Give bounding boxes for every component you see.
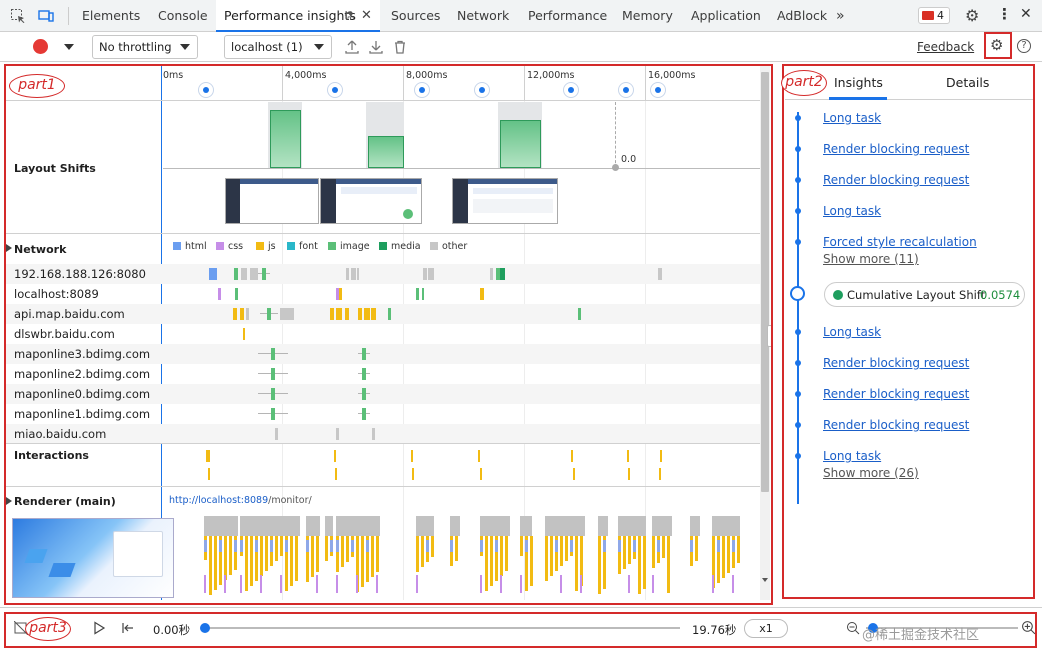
tab-performance[interactable]: Performance (528, 0, 607, 32)
close-tab-icon[interactable]: ✕ (361, 0, 372, 32)
issues-icon (922, 11, 934, 20)
chevron-down-icon (314, 44, 324, 50)
issues-count: 4 (937, 9, 944, 22)
annotation-label-part1: part1 (9, 74, 65, 98)
target-value: localhost (1) (231, 40, 303, 54)
record-button[interactable] (33, 39, 48, 54)
throttling-select[interactable]: No throttling (92, 35, 198, 59)
upload-icon[interactable] (344, 39, 360, 55)
tab-adblock[interactable]: AdBlock (777, 0, 827, 32)
annotation-box-part3 (4, 612, 1037, 648)
inspect-element-icon[interactable] (10, 8, 26, 24)
tab-performance-insights-label: Performance insights (224, 8, 356, 23)
more-tabs-icon[interactable]: » (836, 0, 845, 32)
close-devtools-icon[interactable]: ✕ (1020, 6, 1032, 22)
player-divider (0, 607, 1042, 608)
tab-elements[interactable]: Elements (82, 0, 140, 32)
tab-console[interactable]: Console (158, 0, 208, 32)
tab-memory[interactable]: Memory (622, 0, 673, 32)
tab-sources[interactable]: Sources (391, 0, 440, 32)
device-toolbar-icon[interactable] (38, 8, 54, 24)
annotation-box-settings (984, 32, 1012, 59)
more-options-icon[interactable]: ⋮ (997, 5, 1012, 23)
tab-performance-insights[interactable]: Performance insights ⚗ ✕ (216, 0, 380, 32)
annotation-box-part1 (4, 64, 773, 605)
issues-badge[interactable]: 4 (918, 7, 950, 24)
annotation-label-part2: part2 (781, 70, 827, 96)
help-icon[interactable]: ? (1017, 39, 1031, 53)
settings-gear-icon[interactable]: ⚙ (965, 6, 979, 25)
flask-icon: ⚗ (344, 9, 355, 23)
devtools-tabbar: Elements Console Performance insights ⚗ … (0, 0, 1042, 32)
download-icon[interactable] (368, 39, 384, 55)
target-select[interactable]: localhost (1) (224, 35, 332, 59)
annotation-label-part3: part3 (25, 617, 71, 641)
tab-network[interactable]: Network (457, 0, 509, 32)
tab-application[interactable]: Application (691, 0, 761, 32)
feedback-link[interactable]: Feedback (917, 40, 974, 54)
annotation-box-part2 (782, 64, 1035, 599)
throttling-value: No throttling (99, 40, 172, 54)
record-options-chevron-icon[interactable] (64, 44, 74, 50)
tab-divider (68, 7, 69, 25)
perf-toolbar: No throttling localhost (1) Feedback ⚙ ? (0, 32, 1042, 62)
chevron-down-icon (180, 44, 190, 50)
delete-trash-icon[interactable] (392, 39, 408, 55)
